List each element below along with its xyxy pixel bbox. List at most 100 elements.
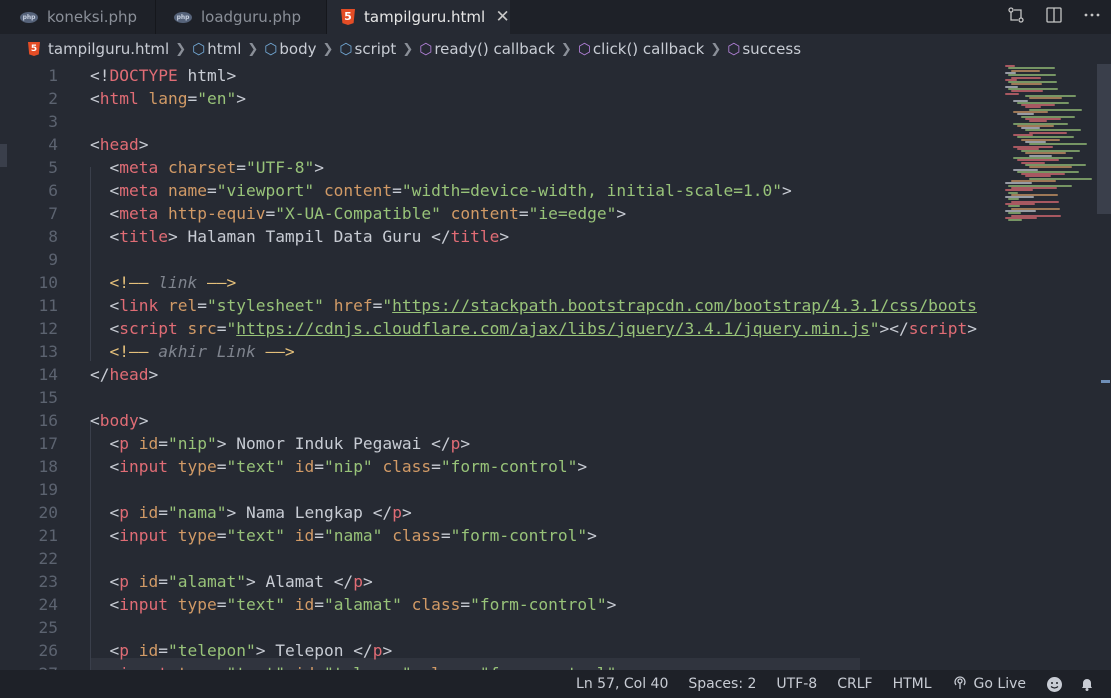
vertical-scrollbar[interactable] [1097,64,1111,670]
code-line[interactable]: 15 [0,386,1001,409]
indentation[interactable]: Spaces: 2 [688,676,756,692]
code-line[interactable]: 17 <p id="nip"> Nomor Induk Pegawai </p> [0,432,1001,455]
minimap[interactable] [1003,64,1095,670]
code-line[interactable]: 19 [0,478,1001,501]
code-line[interactable]: 11 <link rel="stylesheet" href="https://… [0,294,1001,317]
breadcrumb-body[interactable]: ⬡ body [264,40,316,58]
code-line[interactable]: 7 <meta http-equiv="X-UA-Compatible" con… [0,202,1001,225]
compare-changes-icon[interactable] [997,6,1035,29]
line-number: 17 [38,434,59,453]
tab-label: tampilguru.html [364,8,486,26]
code-token: < [90,411,100,430]
tab-koneksi-php[interactable]: php koneksi.php [0,0,155,34]
code-line[interactable]: 4 <head> [0,133,1001,156]
notifications-bell-icon[interactable] [1079,676,1095,692]
code-token: "nama" [168,503,227,522]
code-token: class [392,526,441,545]
breadcrumb-file[interactable]: 5 tampilguru.html [28,40,169,58]
breadcrumb-script[interactable]: ⬡ script [339,40,396,58]
code-token: id [294,526,315,545]
breadcrumb-html[interactable]: ⬡ html [192,40,241,58]
code-token: "alamat" [323,595,402,614]
code-text: <input type="text" id="nip" class="form-… [90,455,588,478]
code-token: = [431,457,441,476]
code-text: <html lang="en"> [90,87,246,110]
code-line[interactable]: 12 <script src="https://cdnjs.cloudflare… [0,317,1001,340]
code-line[interactable]: 23 <p id="alamat"> Alamat </p> [0,570,1001,593]
code-token: "nip" [168,434,217,453]
code-line[interactable]: 14 </head> [0,363,1001,386]
breadcrumb-success[interactable]: ⬡ success [727,40,801,58]
minimap-line [1008,212,1021,215]
code-text: <input type="text" id="telepon" class="f… [90,662,627,670]
code-token: "text" [226,526,285,545]
code-line[interactable]: 20 <p id="nama"> Nama Lengkap </p> [0,501,1001,524]
code-line[interactable]: 8 <title> Halaman Tampil Data Guru </tit… [0,225,1001,248]
language-mode[interactable]: HTML [893,676,932,692]
code-line[interactable]: 21 <input type="text" id="nama" class="f… [0,524,1001,547]
code-token: type [177,595,217,614]
code-line[interactable]: 22 [0,547,1001,570]
code-line[interactable]: 3 [0,110,1001,133]
more-actions-icon[interactable] [1073,6,1111,29]
breadcrumb-label: script [354,40,397,58]
code-token: Telepon [265,641,354,660]
code-editor[interactable]: 1 <!DOCTYPE html> 2 <html lang="en"> 3 4 <head… [0,64,1001,670]
code-token: name [167,181,207,200]
code-line[interactable]: 13 <!—— akhir Link ——> [0,340,1001,363]
code-line[interactable]: 9 [0,248,1001,271]
line-number: 24 [38,595,59,614]
code-token: > [236,89,246,108]
go-live-button[interactable]: Go Live [952,674,1026,694]
end-of-line[interactable]: CRLF [837,676,872,692]
symbol-cube-icon: ⬡ [192,40,206,58]
code-text: </head> [90,363,158,386]
code-line[interactable]: 24 <input type="text" id="alamat" class=… [0,593,1001,616]
code-token: "text" [226,457,285,476]
cursor-position[interactable]: Ln 57, Col 40 [576,676,668,692]
feedback-smiley-icon[interactable] [1046,676,1063,693]
minimap-line [1008,219,1022,222]
split-editor-icon[interactable] [1035,6,1073,29]
code-token: = [236,158,246,177]
code-token: "viewport" [216,181,315,200]
code-token: </ [372,503,393,522]
code-token: > [314,158,324,177]
scrollbar-thumb[interactable] [1097,64,1111,214]
code-token: < [90,89,100,108]
code-line[interactable]: 2 <html lang="en"> [0,87,1001,110]
code-line[interactable]: 25 [0,616,1001,639]
tab-tampilguru-html[interactable]: 5 tampilguru.html ✕ [327,0,510,34]
symbol-method-icon: ⬡ [419,40,433,58]
line-number: 11 [38,296,59,315]
tab-loadguru-php[interactable]: php loadguru.php [156,0,326,34]
code-token: meta [119,181,159,200]
line-number: 15 [38,388,59,407]
tab-bar: php koneksi.php php loadguru.php 5 tampi… [0,0,1111,34]
code-line[interactable]: 5 <meta charset="UTF-8"> [0,156,1001,179]
code-line[interactable]: 16 <body> [0,409,1001,432]
chevron-right-icon: ❯ [175,41,187,57]
code-line[interactable]: 1 <!DOCTYPE html> [0,64,1001,87]
code-token: id [138,434,159,453]
code-line[interactable]: 27 <input type="text" id="telepon" class… [0,662,1001,670]
code-line[interactable]: 6 <meta name="viewport" content="width=d… [0,179,1001,202]
minimap-line [1017,159,1059,162]
minimap-line [1008,67,1055,70]
code-line[interactable]: 26 <p id="telepon"> Telepon </p> [0,639,1001,662]
breadcrumb-ready-callback[interactable]: ⬡ ready() callback [419,40,555,58]
code-token: id [138,641,159,660]
line-number: 2 [48,89,58,108]
code-line[interactable]: 18 <input type="text" id="nip" class="fo… [0,455,1001,478]
code-token: meta [119,158,159,177]
line-number: 23 [38,572,59,591]
code-line[interactable]: 10 <!—— link ——> [0,271,1001,294]
breadcrumb-click-callback[interactable]: ⬡ click() callback [578,40,705,58]
encoding[interactable]: UTF-8 [776,676,817,692]
close-icon[interactable]: ✕ [495,7,510,27]
